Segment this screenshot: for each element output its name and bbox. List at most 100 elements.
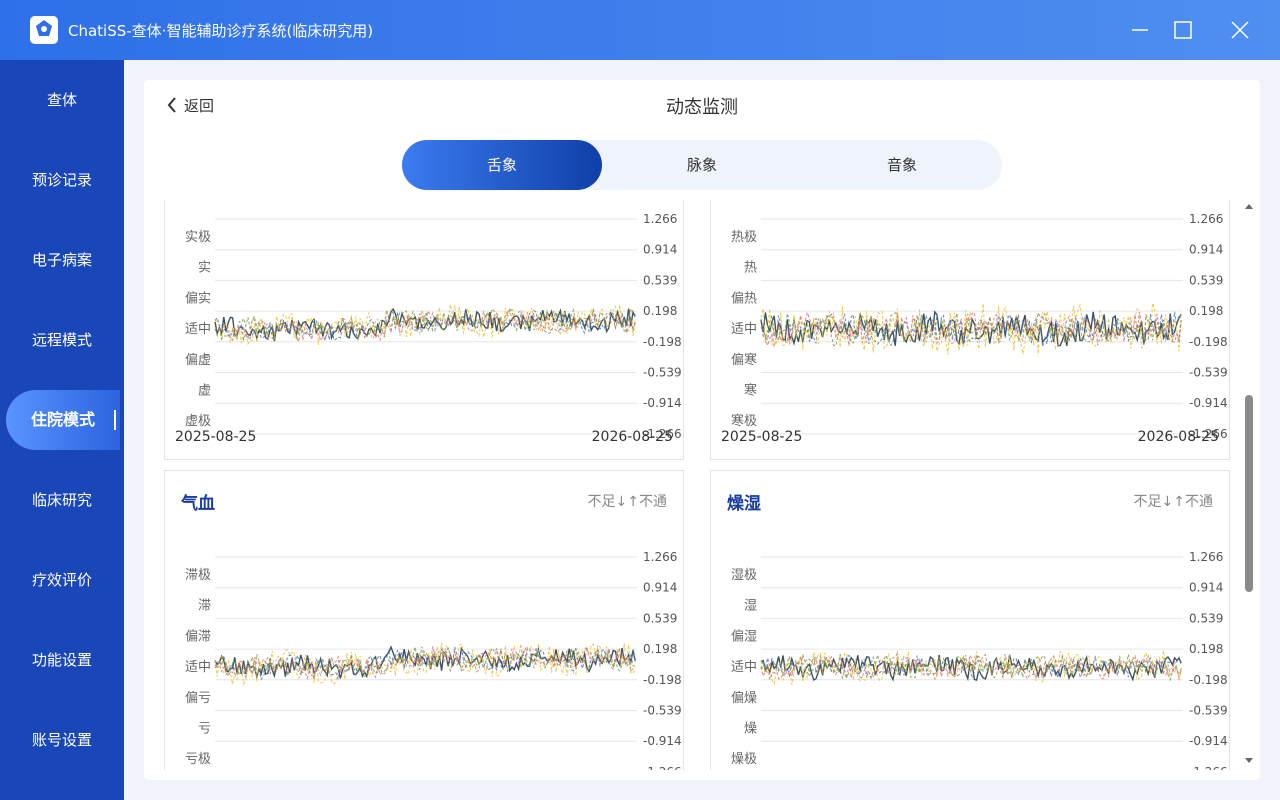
category-label: 偏湿 [731, 629, 757, 644]
tab-pulse[interactable]: 脉象 [602, 140, 802, 190]
y-tick-label: -0.914 [643, 396, 682, 410]
y-tick-label: -0.198 [1189, 673, 1228, 687]
y-tick-label: 0.914 [1189, 581, 1223, 595]
y-tick-label: -0.539 [643, 366, 682, 380]
category-label: 热极 [731, 230, 757, 245]
scroll-down-icon[interactable] [1244, 755, 1254, 765]
y-tick-label: 0.914 [643, 581, 677, 595]
y-tick-label: -1.266 [643, 765, 682, 770]
y-tick-label: -0.539 [1189, 366, 1228, 380]
sidebar-item-medical-records[interactable]: 电子病案 [0, 230, 124, 290]
minimize-button[interactable] [1122, 12, 1158, 48]
sidebar: 查体 预诊记录 电子病案 远程模式 住院模式 临床研究 疗效评价 功能设置 账号… [0, 60, 124, 800]
y-tick-label: -0.198 [1189, 335, 1228, 349]
category-label: 适中 [731, 322, 757, 337]
category-label: 实 [198, 261, 211, 276]
date-start: 2025-08-25 [721, 429, 803, 445]
maximize-icon [1174, 21, 1192, 39]
y-tick-label: 0.914 [1189, 243, 1223, 257]
date-end: 2026-08-25 [1137, 429, 1219, 445]
line-chart: 1.266 0.914 0.539 0.198 -0.198 -0.539 -0.914 -1… [731, 550, 1228, 770]
sidebar-item-account-settings[interactable]: 账号设置 [0, 710, 124, 770]
category-label: 燥 [744, 722, 757, 737]
y-tick-label: 1.266 [643, 550, 677, 564]
y-tick-label: 1.266 [1189, 212, 1223, 226]
category-label: 滞 [198, 599, 211, 614]
category-label: 偏寒 [731, 352, 757, 368]
close-button[interactable] [1222, 12, 1258, 48]
y-tick-label: -0.539 [1189, 704, 1228, 718]
category-label: 亏 [198, 722, 211, 737]
scrollbar[interactable] [1244, 200, 1254, 770]
chart-card-qi-blood: 气血 不足↓↑不通 1.266 0.914 0.539 0.198 -0.198 -0.5… [164, 470, 684, 770]
category-label: 适中 [731, 660, 757, 675]
chart-card-deficiency-excess: 1.266 0.914 0.539 0.198 -0.198 -0.539 -0.914 -1… [164, 200, 684, 460]
category-label: 偏虚 [185, 353, 211, 368]
title-bar: ChatiSS-查体·智能辅助诊疗系统(临床研究用) [0, 0, 1280, 60]
minimize-icon [1132, 29, 1148, 31]
category-label: 适中 [185, 660, 211, 675]
category-label: 亏极 [185, 752, 211, 767]
sidebar-item-efficacy-evaluation[interactable]: 疗效评价 [0, 550, 124, 610]
y-tick-label: -0.539 [643, 704, 682, 718]
category-label: 湿极 [731, 568, 757, 583]
line-chart: 1.2660.9140.5390.198-0.198-0.539-0.914-1… [185, 212, 682, 441]
sidebar-item-remote-mode[interactable]: 远程模式 [0, 310, 124, 370]
app-logo [30, 16, 58, 44]
sidebar-item-clinical-research[interactable]: 临床研究 [0, 470, 124, 530]
category-label: 实极 [185, 230, 211, 245]
scroll-up-icon[interactable] [1244, 202, 1254, 212]
chart-scroll-area[interactable]: 1.266 0.914 0.539 0.198 -0.198 -0.539 -0.914 -1… [164, 200, 1246, 770]
maximize-button[interactable] [1165, 12, 1201, 48]
page-title: 动态监测 [666, 97, 738, 118]
y-tick-label: 1.266 [643, 212, 677, 226]
line-chart: 1.2660.9140.5390.198-0.198-0.539-0.914-1… [731, 212, 1228, 441]
tab-tongue[interactable]: 舌象 [402, 140, 602, 190]
category-label: 适中 [185, 322, 211, 337]
y-tick-label: 0.539 [643, 611, 677, 625]
y-tick-label: 1.266 [1189, 550, 1223, 564]
y-tick-label: -0.914 [1189, 396, 1228, 410]
y-tick-label: 0.539 [643, 273, 677, 287]
y-tick-label: 0.914 [643, 243, 677, 257]
chart-card-cold-heat: 1.266 0.914 0.539 0.198 -0.198 -0.539 -0.914 -1… [710, 200, 1230, 460]
main-panel: 返回 动态监测 舌象 脉象 音象 1.266 0.914 0.539 0.198 -0.… [144, 80, 1260, 780]
category-label: 虚极 [185, 414, 211, 429]
category-label: 偏燥 [731, 691, 757, 706]
chart-card-dry-damp: 燥湿 不足↓↑不通 1.266 0.914 0.539 0.198 -0.198 -0.5… [710, 470, 1230, 770]
category-label: 虚 [198, 384, 211, 399]
category-label: 热 [744, 261, 757, 276]
y-tick-label: -0.198 [643, 673, 682, 687]
scrollbar-thumb[interactable] [1245, 395, 1253, 592]
tab-voice[interactable]: 音象 [802, 140, 1002, 190]
tab-bar: 舌象 脉象 音象 [402, 140, 1002, 190]
y-tick-label: 0.198 [643, 304, 677, 318]
y-tick-label: -0.914 [643, 734, 682, 748]
category-label: 寒 [744, 383, 757, 399]
y-tick-label: 0.198 [1189, 642, 1223, 656]
y-tick-label: 0.539 [1189, 273, 1223, 287]
app-title: ChatiSS-查体·智能辅助诊疗系统(临床研究用) [68, 22, 374, 40]
category-label: 寒极 [731, 413, 757, 429]
category-label: 偏实 [185, 291, 211, 306]
category-label: 滞极 [185, 568, 211, 583]
date-start: 2025-08-25 [175, 429, 257, 445]
sidebar-item-exam[interactable]: 查体 [0, 70, 124, 130]
category-label: 偏滞 [185, 629, 211, 644]
sidebar-item-inpatient-mode[interactable]: 住院模式 [6, 390, 120, 450]
y-tick-label: -0.914 [1189, 734, 1228, 748]
sidebar-item-function-settings[interactable]: 功能设置 [0, 630, 124, 690]
category-label: 燥极 [731, 752, 757, 767]
y-tick-label: -0.198 [643, 335, 682, 349]
category-label: 偏热 [731, 291, 757, 306]
sidebar-item-pre-diagnosis[interactable]: 预诊记录 [0, 150, 124, 210]
y-tick-label: -1.266 [1189, 765, 1228, 770]
y-tick-label: 0.198 [643, 642, 677, 656]
category-label: 偏亏 [185, 691, 211, 706]
date-end: 2026-08-25 [591, 429, 673, 445]
y-tick-label: 0.198 [1189, 304, 1223, 318]
category-label: 湿 [744, 599, 757, 614]
y-tick-label: 0.539 [1189, 611, 1223, 625]
line-chart: 1.266 0.914 0.539 0.198 -0.198 -0.539 -0.914 -1… [185, 550, 682, 770]
close-icon [1231, 21, 1249, 39]
